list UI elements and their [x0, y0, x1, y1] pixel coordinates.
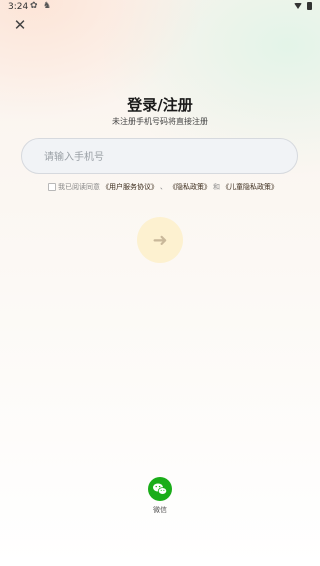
- agreement-row: 我已阅读同意 《用户服务协议》 、 《隐私政策》 和 《儿童隐私政策》: [48, 182, 288, 192]
- wifi-icon: [294, 3, 302, 9]
- status-icons: [294, 2, 312, 10]
- page-title: 登录/注册: [127, 96, 193, 114]
- child-privacy-link[interactable]: 《儿童隐私政策》: [222, 182, 278, 192]
- page-subtitle: 未注册手机号码将直接注册: [112, 117, 208, 126]
- status-time: 3:24: [8, 2, 29, 12]
- phone-input[interactable]: [42, 139, 286, 175]
- agreement-separator: 、: [160, 183, 167, 191]
- wechat-label: 微信: [153, 506, 167, 514]
- arrow-right-icon: ➜: [152, 230, 168, 250]
- close-icon[interactable]: ✕: [12, 17, 28, 33]
- agreement-and: 和: [213, 183, 220, 191]
- privacy-policy-link[interactable]: 《隐私政策》: [169, 182, 211, 192]
- wechat-icon: [148, 477, 172, 501]
- agreement-prefix: 我已阅读同意: [58, 183, 100, 191]
- battery-icon: [307, 2, 312, 10]
- sync-icon: ✿: [30, 1, 38, 11]
- status-bar: 3:24 ✿ ♞: [0, 0, 320, 14]
- submit-button[interactable]: ➜: [137, 217, 183, 263]
- agreement-checkbox[interactable]: [48, 183, 56, 191]
- wechat-login-button[interactable]: 微信: [146, 477, 174, 517]
- notification-icon: ♞: [43, 1, 52, 11]
- phone-input-container[interactable]: [21, 138, 298, 175]
- user-agreement-link[interactable]: 《用户服务协议》: [102, 182, 158, 192]
